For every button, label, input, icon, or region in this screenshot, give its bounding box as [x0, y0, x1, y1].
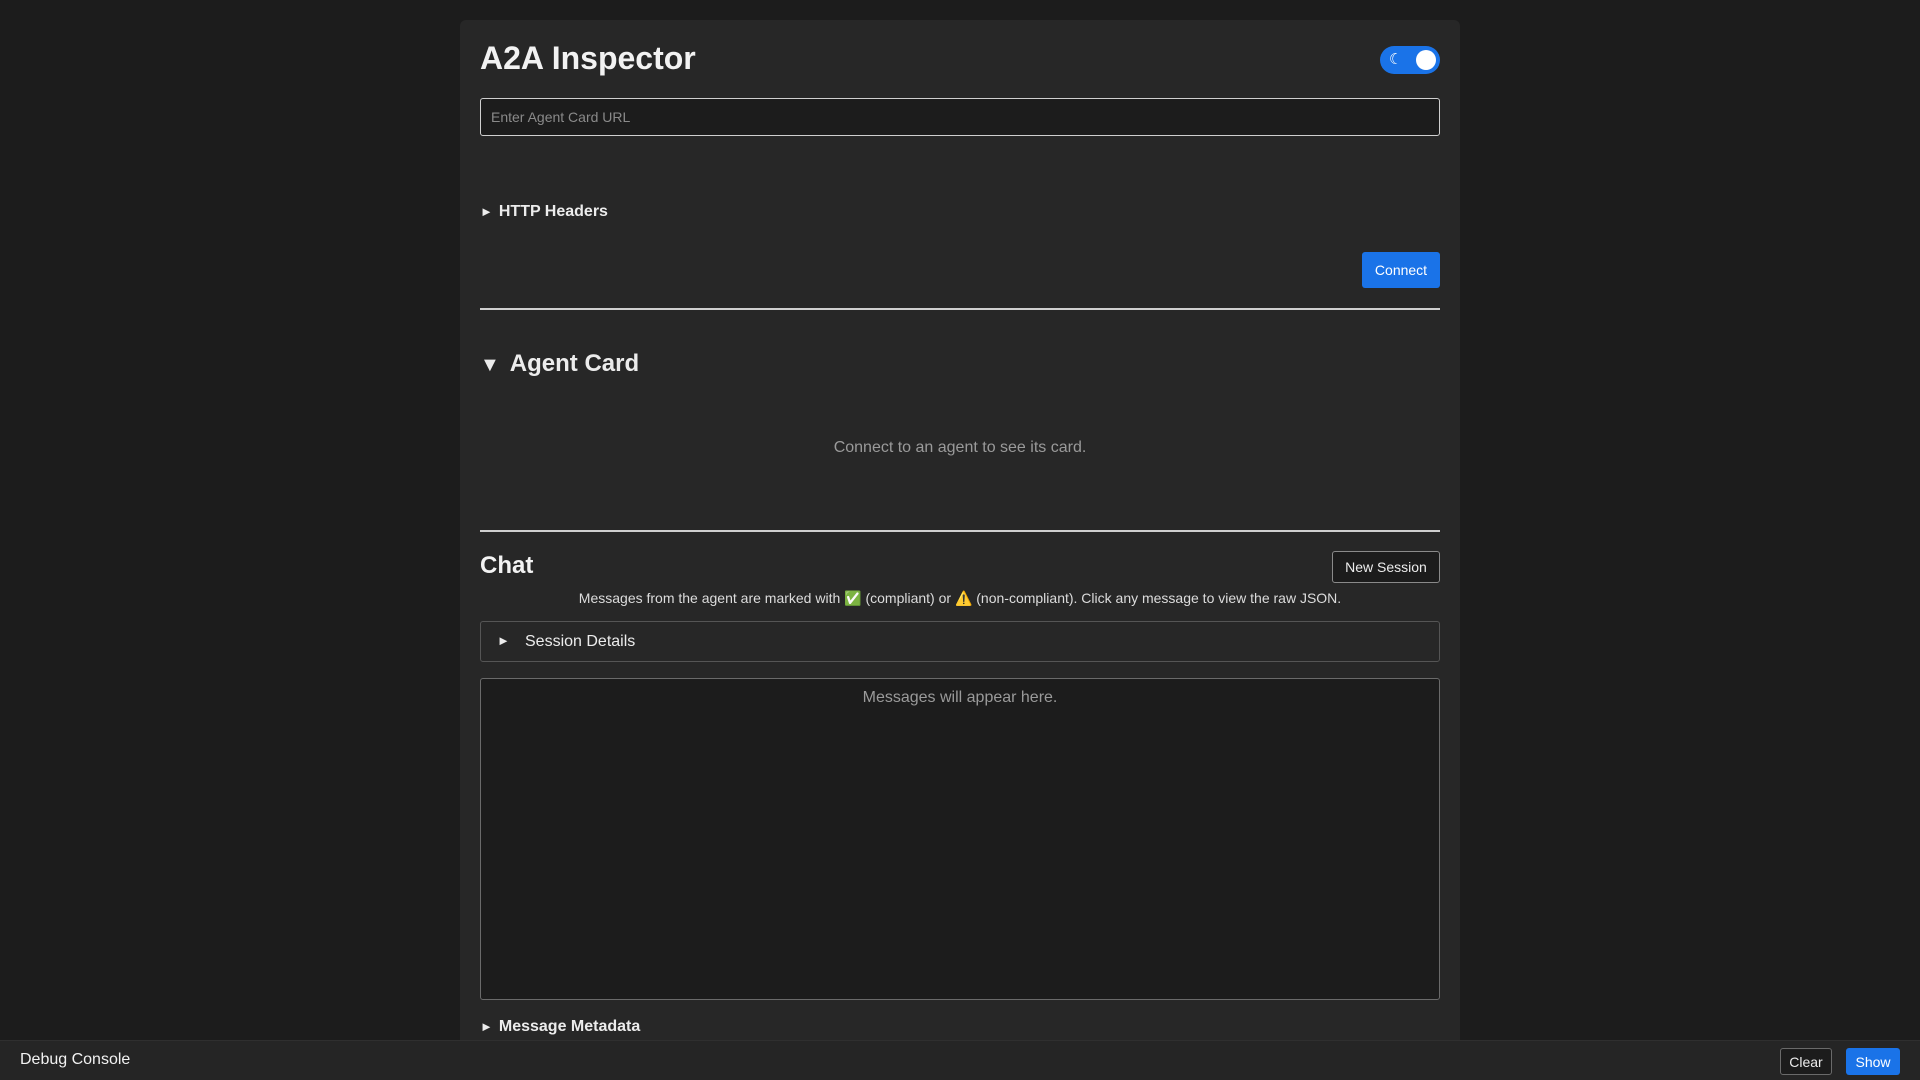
- agent-card-heading: Agent Card: [509, 350, 640, 377]
- app-title: A2A Inspector: [480, 40, 696, 76]
- note-middle: (compliant) or: [861, 590, 955, 606]
- agent-card-url-input[interactable]: [480, 98, 1440, 136]
- toggle-knob: [1416, 50, 1436, 70]
- http-headers-toggle[interactable]: ► HTTP Headers: [480, 203, 608, 221]
- http-headers-label: HTTP Headers: [498, 203, 608, 220]
- debug-console-title: Debug Console: [20, 1051, 131, 1068]
- compliant-check-icon: ✅: [844, 590, 862, 606]
- message-metadata-toggle[interactable]: ► Message Metadata: [480, 1018, 640, 1036]
- connect-button[interactable]: Connect: [1362, 252, 1440, 288]
- collapse-arrow-icon: ▼: [480, 354, 500, 376]
- debug-console-bar: Debug Console Clear Show: [0, 1040, 1920, 1080]
- chat-messages-area[interactable]: Messages will appear here.: [480, 678, 1440, 1000]
- main-panel: A2A Inspector ☾ ► HTTP Headers Connect ▼ A…: [460, 20, 1460, 1060]
- chat-compliance-note: Messages from the agent are marked with …: [480, 590, 1440, 607]
- section-divider: [480, 530, 1440, 532]
- agent-card-toggle[interactable]: ▼ Agent Card: [480, 350, 639, 378]
- section-divider: [480, 308, 1440, 310]
- note-suffix: (non-compliant). Click any message to vi…: [972, 590, 1342, 606]
- messages-placeholder: Messages will appear here.: [862, 689, 1058, 706]
- agent-card-placeholder: Connect to an agent to see its card.: [833, 439, 1087, 456]
- session-details-label: Session Details: [525, 633, 636, 650]
- message-metadata-label: Message Metadata: [498, 1018, 641, 1035]
- show-button[interactable]: Show: [1846, 1048, 1900, 1075]
- warning-icon: ⚠️: [954, 590, 973, 606]
- expand-arrow-icon: ►: [480, 204, 493, 219]
- clear-button[interactable]: Clear: [1780, 1048, 1832, 1075]
- session-details-toggle[interactable]: ► Session Details: [480, 621, 1440, 662]
- moon-icon: ☾: [1389, 51, 1403, 68]
- note-prefix: Messages from the agent are marked with: [578, 590, 845, 606]
- theme-toggle[interactable]: ☾: [1380, 46, 1440, 74]
- expand-arrow-icon: ►: [497, 633, 510, 648]
- expand-arrow-icon: ►: [480, 1019, 493, 1034]
- new-session-button[interactable]: New Session: [1332, 551, 1440, 583]
- chat-title: Chat: [480, 552, 534, 579]
- header: A2A Inspector ☾: [480, 38, 1440, 82]
